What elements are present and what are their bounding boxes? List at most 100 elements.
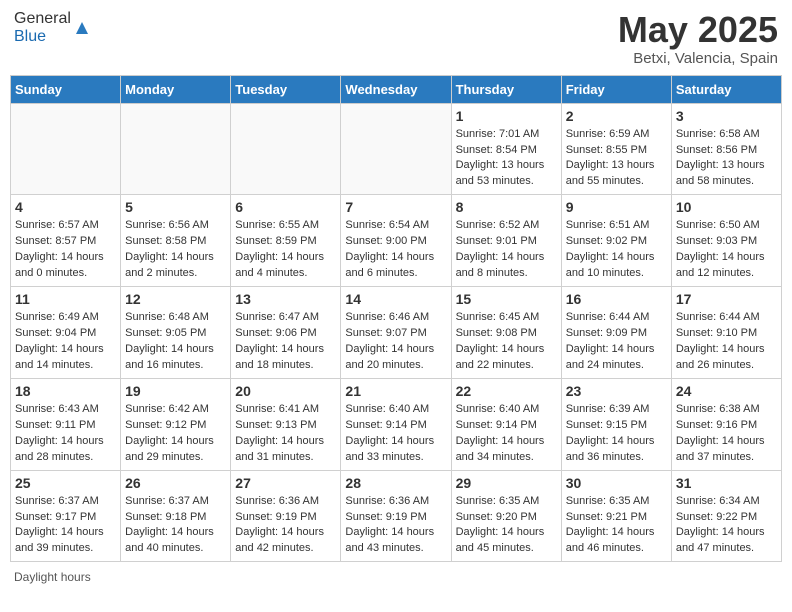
- day-number: 22: [456, 383, 557, 399]
- table-row: 11 Sunrise: 6:49 AM Sunset: 9:04 PM Dayli…: [11, 287, 121, 379]
- day-number: 17: [676, 291, 777, 307]
- day-info: Sunrise: 6:44 AM Sunset: 9:09 PM Dayligh…: [566, 310, 667, 374]
- footer: Daylight hours: [10, 570, 782, 584]
- day-number: 27: [235, 475, 336, 491]
- day-info: Sunrise: 6:40 AM Sunset: 9:14 PM Dayligh…: [456, 402, 557, 466]
- day-info: Sunrise: 6:37 AM Sunset: 9:17 PM Dayligh…: [15, 494, 116, 558]
- day-info: Sunrise: 6:47 AM Sunset: 9:06 PM Dayligh…: [235, 310, 336, 374]
- day-info: Sunrise: 6:39 AM Sunset: 9:15 PM Dayligh…: [566, 402, 667, 466]
- col-tuesday: Tuesday: [231, 75, 341, 103]
- day-info: Sunrise: 6:35 AM Sunset: 9:21 PM Dayligh…: [566, 494, 667, 558]
- day-number: 3: [676, 108, 777, 124]
- table-row: 20 Sunrise: 6:41 AM Sunset: 9:13 PM Dayli…: [231, 378, 341, 470]
- calendar-week-row: 4 Sunrise: 6:57 AM Sunset: 8:57 PM Daylig…: [11, 195, 782, 287]
- table-row: 15Sunrise: 6:45 AM Sunset: 9:08 PM Dayli…: [451, 287, 561, 379]
- day-number: 6: [235, 199, 336, 215]
- day-number: 13: [235, 291, 336, 307]
- day-info: Sunrise: 6:57 AM Sunset: 8:57 PM Dayligh…: [15, 218, 116, 282]
- day-number: 12: [125, 291, 226, 307]
- day-info: Sunrise: 6:34 AM Sunset: 9:22 PM Dayligh…: [676, 494, 777, 558]
- col-monday: Monday: [121, 75, 231, 103]
- day-number: 8: [456, 199, 557, 215]
- table-row: [11, 103, 121, 195]
- table-row: 10 Sunrise: 6:50 AM Sunset: 9:03 PM Dayli…: [671, 195, 781, 287]
- day-number: 5: [125, 199, 226, 215]
- day-info: Sunrise: 6:56 AM Sunset: 8:58 PM Dayligh…: [125, 218, 226, 282]
- day-info: Sunrise: 6:50 AM Sunset: 9:03 PM Dayligh…: [676, 218, 777, 282]
- logo-general-text: General: [14, 10, 71, 27]
- day-info: Sunrise: 6:41 AM Sunset: 9:13 PM Dayligh…: [235, 402, 336, 466]
- table-row: 24Sunrise: 6:38 AM Sunset: 9:16 PM Dayli…: [671, 378, 781, 470]
- calendar-week-row: 11 Sunrise: 6:49 AM Sunset: 9:04 PM Dayli…: [11, 287, 782, 379]
- col-wednesday: Wednesday: [341, 75, 451, 103]
- table-row: 6 Sunrise: 6:55 AM Sunset: 8:59 PM Daylig…: [231, 195, 341, 287]
- table-row: 29 Sunrise: 6:35 AM Sunset: 9:20 PM Dayli…: [451, 470, 561, 562]
- table-row: 31Sunrise: 6:34 AM Sunset: 9:22 PM Dayli…: [671, 470, 781, 562]
- day-info: Sunrise: 6:36 AM Sunset: 9:19 PM Dayligh…: [235, 494, 336, 558]
- table-row: 9 Sunrise: 6:51 AM Sunset: 9:02 PM Daylig…: [561, 195, 671, 287]
- table-row: 8 Sunrise: 6:52 AM Sunset: 9:01 PM Daylig…: [451, 195, 561, 287]
- title-block: May 2025 Betxi, Valencia, Spain: [618, 10, 778, 67]
- day-number: 14: [345, 291, 446, 307]
- day-info: Sunrise: 6:37 AM Sunset: 9:18 PM Dayligh…: [125, 494, 226, 558]
- day-number: 21: [345, 383, 446, 399]
- calendar-week-row: 1 Sunrise: 7:01 AM Sunset: 8:54 PM Daylig…: [11, 103, 782, 195]
- table-row: 30Sunrise: 6:35 AM Sunset: 9:21 PM Dayli…: [561, 470, 671, 562]
- day-info: Sunrise: 6:38 AM Sunset: 9:16 PM Dayligh…: [676, 402, 777, 466]
- table-row: 21 Sunrise: 6:40 AM Sunset: 9:14 PM Dayli…: [341, 378, 451, 470]
- day-number: 1: [456, 108, 557, 124]
- table-row: 5 Sunrise: 6:56 AM Sunset: 8:58 PM Daylig…: [121, 195, 231, 287]
- day-number: 4: [15, 199, 116, 215]
- table-row: 12 Sunrise: 6:48 AM Sunset: 9:05 PM Dayli…: [121, 287, 231, 379]
- month-title: May 2025: [618, 10, 778, 50]
- day-info: Sunrise: 6:35 AM Sunset: 9:20 PM Dayligh…: [456, 494, 557, 558]
- col-thursday: Thursday: [451, 75, 561, 103]
- logo-icon: [73, 19, 91, 37]
- day-info: Sunrise: 6:48 AM Sunset: 9:05 PM Dayligh…: [125, 310, 226, 374]
- table-row: 16Sunrise: 6:44 AM Sunset: 9:09 PM Dayli…: [561, 287, 671, 379]
- daylight-hours-label: Daylight hours: [14, 570, 91, 584]
- calendar-week-row: 25Sunrise: 6:37 AM Sunset: 9:17 PM Dayli…: [11, 470, 782, 562]
- table-row: 28 Sunrise: 6:36 AM Sunset: 9:19 PM Dayli…: [341, 470, 451, 562]
- table-row: 17Sunrise: 6:44 AM Sunset: 9:10 PM Dayli…: [671, 287, 781, 379]
- day-info: Sunrise: 6:51 AM Sunset: 9:02 PM Dayligh…: [566, 218, 667, 282]
- day-number: 23: [566, 383, 667, 399]
- page-header: General Blue May 2025 Betxi, Valencia, S…: [10, 10, 782, 67]
- table-row: 19 Sunrise: 6:42 AM Sunset: 9:12 PM Dayli…: [121, 378, 231, 470]
- day-info: Sunrise: 6:42 AM Sunset: 9:12 PM Dayligh…: [125, 402, 226, 466]
- day-info: Sunrise: 6:54 AM Sunset: 9:00 PM Dayligh…: [345, 218, 446, 282]
- col-sunday: Sunday: [11, 75, 121, 103]
- col-friday: Friday: [561, 75, 671, 103]
- logo: General Blue: [14, 10, 91, 46]
- calendar-week-row: 18Sunrise: 6:43 AM Sunset: 9:11 PM Dayli…: [11, 378, 782, 470]
- day-info: Sunrise: 6:40 AM Sunset: 9:14 PM Dayligh…: [345, 402, 446, 466]
- day-info: Sunrise: 6:43 AM Sunset: 9:11 PM Dayligh…: [15, 402, 116, 466]
- day-info: Sunrise: 6:55 AM Sunset: 8:59 PM Dayligh…: [235, 218, 336, 282]
- day-number: 10: [676, 199, 777, 215]
- day-number: 29: [456, 475, 557, 491]
- day-number: 20: [235, 383, 336, 399]
- calendar-header-row: Sunday Monday Tuesday Wednesday Thursday…: [11, 75, 782, 103]
- calendar-table: Sunday Monday Tuesday Wednesday Thursday…: [10, 75, 782, 563]
- table-row: 3 Sunrise: 6:58 AM Sunset: 8:56 PM Daylig…: [671, 103, 781, 195]
- table-row: 26 Sunrise: 6:37 AM Sunset: 9:18 PM Dayli…: [121, 470, 231, 562]
- location: Betxi, Valencia, Spain: [618, 50, 778, 67]
- table-row: 1 Sunrise: 7:01 AM Sunset: 8:54 PM Daylig…: [451, 103, 561, 195]
- day-number: 11: [15, 291, 116, 307]
- day-info: Sunrise: 6:59 AM Sunset: 8:55 PM Dayligh…: [566, 127, 667, 191]
- col-saturday: Saturday: [671, 75, 781, 103]
- day-info: Sunrise: 6:49 AM Sunset: 9:04 PM Dayligh…: [15, 310, 116, 374]
- table-row: [121, 103, 231, 195]
- day-number: 28: [345, 475, 446, 491]
- day-info: Sunrise: 6:52 AM Sunset: 9:01 PM Dayligh…: [456, 218, 557, 282]
- day-number: 26: [125, 475, 226, 491]
- day-info: Sunrise: 6:45 AM Sunset: 9:08 PM Dayligh…: [456, 310, 557, 374]
- day-info: Sunrise: 6:36 AM Sunset: 9:19 PM Dayligh…: [345, 494, 446, 558]
- table-row: 14 Sunrise: 6:46 AM Sunset: 9:07 PM Dayli…: [341, 287, 451, 379]
- day-number: 9: [566, 199, 667, 215]
- day-info: Sunrise: 6:58 AM Sunset: 8:56 PM Dayligh…: [676, 127, 777, 191]
- day-number: 19: [125, 383, 226, 399]
- table-row: 27 Sunrise: 6:36 AM Sunset: 9:19 PM Dayli…: [231, 470, 341, 562]
- day-info: Sunrise: 6:46 AM Sunset: 9:07 PM Dayligh…: [345, 310, 446, 374]
- day-info: Sunrise: 7:01 AM Sunset: 8:54 PM Dayligh…: [456, 127, 557, 191]
